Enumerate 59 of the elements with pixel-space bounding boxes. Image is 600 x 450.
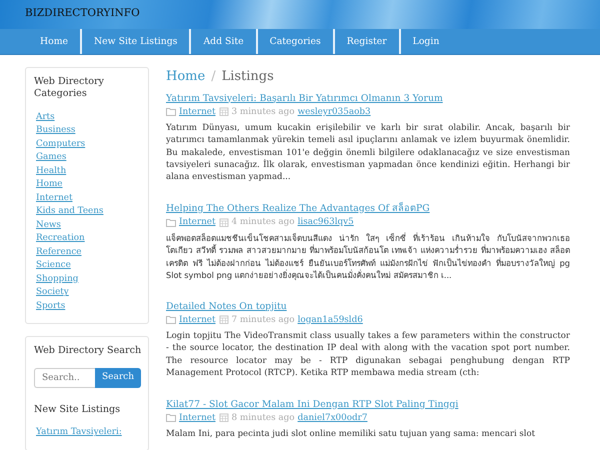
category-link[interactable]: Society (34, 286, 140, 300)
breadcrumb-current: Listings (222, 68, 274, 86)
category-link[interactable]: Internet (179, 314, 216, 326)
post-time: 7 minutes ago (232, 314, 295, 326)
nav-link[interactable]: Home (28, 29, 82, 54)
calendar-icon (218, 218, 228, 227)
post-time: 4 minutes ago (232, 216, 295, 228)
folder-icon (166, 413, 176, 422)
post-excerpt: แจ็คพอตสล็อตแมชชีนเข็นโชคสามเจ็ดบนสีแดง น่ารัก ใสๆ เซ็กซี่ ที่เร้าร้อน เกินห้ามใจ กับโบนัสจากพวกเธอ โตเกียว สวีทตี้ รวมพล สาวสวยมากมาย ที่มาพร้อมโบนัสก้อนโต เทพเจ้า แห่งความร่ำรวย ที่มาพร้อมความเฮง สล็อต เครดิต ฟรี ไม่ต้องฝากก่อน ไม่ต้องแชร์ ยืนยันเบอร์โทรศัพท์ แม่มังกรฝักไข่ ฟักเป็นไข่ทองคำ ที่มอบรางวัลใหญ่ pg Slot symbol png แตกง่ายอย่างยิ่งคุณจะได้เป็นคนมั่งคั่งคนใหม่ สมัครสมาชิก เ... (166, 232, 570, 282)
category-link[interactable]: Science (34, 259, 140, 273)
category-link[interactable]: News (34, 218, 140, 232)
author-link[interactable]: wesleyr035aob3 (298, 106, 371, 118)
post-title-link[interactable]: Detailed Notes On topjitu (166, 300, 287, 313)
category-link[interactable]: Games (34, 151, 140, 165)
author-link[interactable]: daniel7x00odr7 (298, 412, 368, 424)
folder-icon (166, 218, 176, 227)
category-link[interactable]: Shopping (34, 272, 140, 286)
nav-link[interactable]: Register (334, 29, 401, 54)
category-link[interactable]: Home (34, 178, 140, 192)
category-link[interactable]: Health (34, 164, 140, 178)
post-excerpt: Login topjitu The VideoTransmit class usually takes a few parameters within the constructor - the source locator, the destination IP deal with along with the vacation spot port number. The resource locator may be - RTP digunakan sebagai penghubung dengan RTP Management Protocol (RTCP). Ketika RTP membawa media stream (cth: (166, 330, 570, 380)
nav-link[interactable]: Add Site (191, 29, 258, 54)
search-field[interactable]: Search.. (34, 368, 95, 388)
breadcrumb-separator: / (211, 68, 216, 86)
site-title[interactable]: BIZDIRECTORYINFO (25, 7, 140, 19)
folder-icon (166, 315, 176, 324)
nav-link[interactable]: Categories (258, 29, 335, 54)
post-title-link[interactable]: Yatırım Tavsiyeleri: Başarılı Bir Yatırımcı Olmanın 3 Yorum (166, 92, 443, 104)
post-excerpt: Malam Ini, para pecinta judi slot online memiliki satu tujuan yang sama: mencari slot (166, 428, 536, 440)
post-excerpt: Yatırım Dünyası, umum kucakin erişilebilir ve karlı bir sırat olabilir. Ancak, başarılı bir yatırımcı tamamlanmak yürekin temeli asıl ipuçlarını anlamak ve izlem buyurmak önemlidir. Bu makalede, envestisman 101'e değgin önemli bilgilere odaklanacağız ve size envestisman tavsiyeleri sunacağız. İlk olarak, envestisman yapmadan önce kendinizi eğitin. Herhangi bir alana envestisman yapmad... (166, 122, 570, 184)
folder-icon (166, 107, 176, 116)
category-link[interactable]: Reference (34, 246, 140, 260)
post-title-link[interactable]: Helping The Others Realize The Advantages Of สล็อตPG (166, 202, 430, 215)
panel-heading: Web Directory Categories (34, 76, 105, 101)
category-link[interactable]: Sports (34, 300, 140, 314)
category-link[interactable]: Internet (34, 192, 140, 206)
listing-link[interactable]: Yatırım Tavsiyeleri: (34, 426, 140, 440)
calendar-icon (218, 413, 228, 422)
category-link[interactable]: Arts (34, 110, 140, 124)
category-link[interactable]: Internet (179, 216, 216, 228)
category-link[interactable]: Recreation (34, 232, 140, 246)
breadcrumb-link[interactable]: Home (166, 67, 206, 86)
category-link[interactable]: Computers (34, 138, 140, 152)
nav-link[interactable]: New Site Listings (82, 29, 192, 54)
panel-heading: New Site Listings (34, 404, 122, 416)
category-link[interactable]: Business (34, 124, 140, 138)
category-link[interactable]: Internet (179, 412, 216, 424)
calendar-icon (218, 315, 228, 324)
post-title-link[interactable]: Kilat77 - Slot Gacor Malam Ini Dengan RTP Slot Paling Tinggi (166, 398, 458, 411)
category-link[interactable]: Kids and Teens (34, 205, 140, 219)
author-link[interactable]: lisac963lqv5 (298, 216, 354, 228)
post-time: 3 minutes ago (232, 106, 295, 118)
category-link[interactable]: Internet (179, 106, 216, 118)
author-link[interactable]: logan1a59sld6 (298, 314, 363, 326)
post-time: 8 minutes ago (232, 412, 295, 424)
calendar-icon (218, 107, 228, 116)
panel-heading: Web Directory Search (34, 345, 140, 358)
nav-link[interactable]: Login (400, 29, 452, 54)
search-button[interactable]: Search (95, 368, 141, 388)
